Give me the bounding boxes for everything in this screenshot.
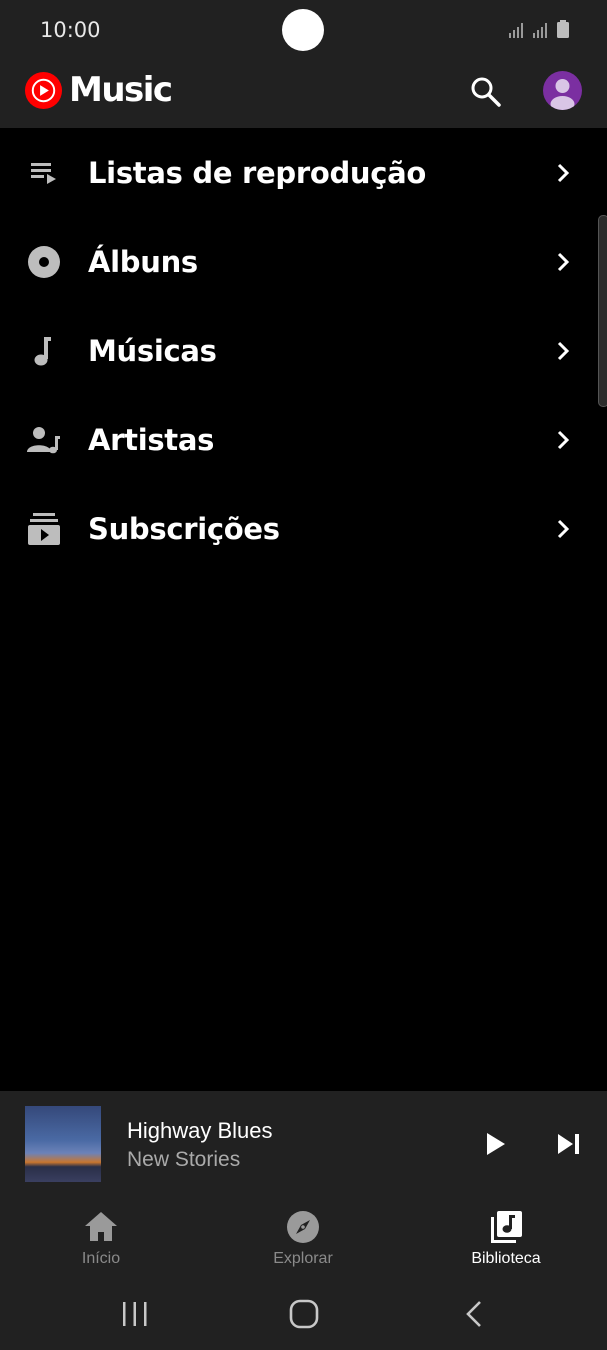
status-time: 10:00 xyxy=(40,18,101,42)
home-button-icon[interactable] xyxy=(288,1298,320,1330)
skip-next-icon[interactable] xyxy=(554,1129,584,1159)
status-icons xyxy=(509,20,569,38)
nav-library[interactable]: Biblioteca xyxy=(436,1199,576,1279)
library-list: Listas de reprodução Álbuns Músicas Arti… xyxy=(0,128,607,573)
nav-explore[interactable]: Explorar xyxy=(233,1199,373,1279)
battery-icon xyxy=(557,20,569,38)
mini-player[interactable]: Highway Blues New Stories xyxy=(0,1091,607,1199)
chevron-right-icon xyxy=(557,341,570,360)
account-avatar[interactable] xyxy=(543,71,582,110)
nav-label: Início xyxy=(81,1250,121,1267)
library-item-albums[interactable]: Álbuns xyxy=(0,217,607,306)
chevron-right-icon xyxy=(557,430,570,449)
play-icon[interactable] xyxy=(480,1129,510,1159)
library-item-artists[interactable]: Artistas xyxy=(0,395,607,484)
nav-label: Biblioteca xyxy=(471,1250,541,1267)
library-item-playlists[interactable]: Listas de reprodução xyxy=(0,128,607,217)
artist-icon xyxy=(27,426,60,453)
music-note-icon xyxy=(34,336,51,365)
logo-text: Music xyxy=(69,70,173,110)
bottom-navigation: Início Explorar Biblioteca xyxy=(0,1199,607,1279)
album-artwork xyxy=(25,1106,101,1182)
compass-icon xyxy=(287,1211,319,1243)
search-icon[interactable] xyxy=(468,74,504,110)
app-bar: Music xyxy=(0,62,607,128)
back-icon[interactable] xyxy=(460,1299,490,1329)
playlist-icon xyxy=(31,162,56,184)
home-icon xyxy=(85,1212,117,1241)
subscriptions-icon xyxy=(28,512,60,545)
library-item-label: Listas de reprodução xyxy=(88,155,427,190)
system-navigation-bar xyxy=(0,1279,607,1350)
youtube-music-logo[interactable]: Music xyxy=(24,70,173,110)
chevron-right-icon xyxy=(557,252,570,271)
now-playing-title: Highway Blues xyxy=(127,1118,273,1143)
scrollbar-thumb[interactable] xyxy=(598,215,607,407)
person-icon xyxy=(550,79,575,110)
chevron-right-icon xyxy=(557,163,570,182)
signal-icon-2 xyxy=(533,23,547,38)
library-icon xyxy=(491,1211,522,1243)
youtube-music-logo-icon xyxy=(24,71,63,109)
now-playing-artist: New Stories xyxy=(127,1148,241,1171)
library-item-label: Artistas xyxy=(88,422,215,457)
chevron-right-icon xyxy=(557,519,570,538)
signal-icon xyxy=(509,23,523,38)
status-bar: 10:00 xyxy=(0,0,607,62)
library-item-label: Álbuns xyxy=(88,244,198,279)
nav-label: Explorar xyxy=(273,1250,333,1267)
album-icon xyxy=(28,245,60,278)
library-item-songs[interactable]: Músicas xyxy=(0,306,607,395)
nav-home[interactable]: Início xyxy=(31,1199,171,1279)
library-item-label: Músicas xyxy=(88,333,217,368)
library-item-label: Subscrições xyxy=(88,511,280,546)
recent-apps-icon[interactable] xyxy=(120,1299,150,1329)
library-item-subscriptions[interactable]: Subscrições xyxy=(0,484,607,573)
camera-cutout xyxy=(282,9,324,51)
